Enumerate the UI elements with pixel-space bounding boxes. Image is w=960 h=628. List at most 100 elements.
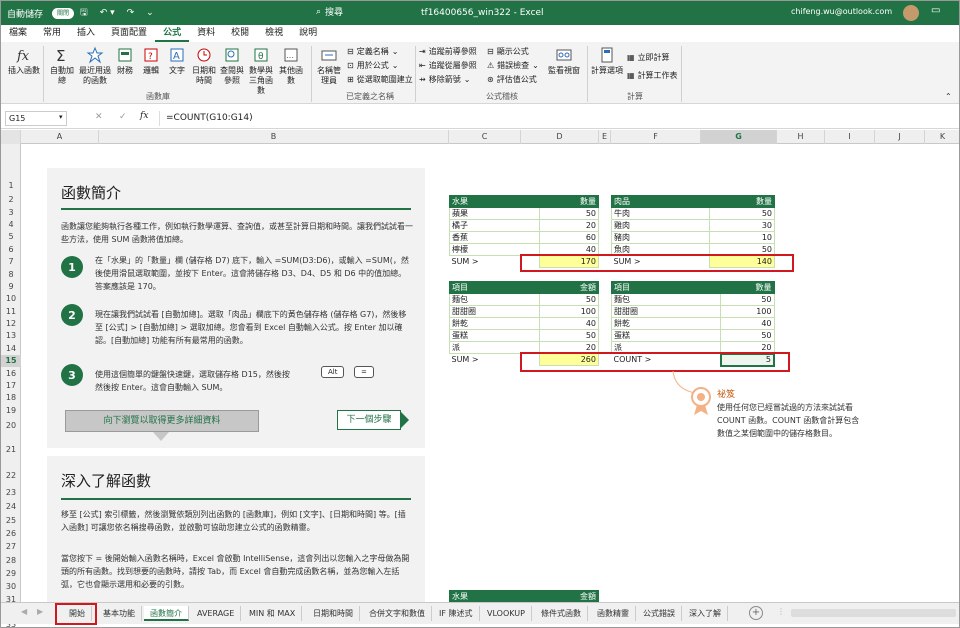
table-header[interactable]: 水果 [449, 195, 540, 208]
tab-file[interactable]: 檔案 [1, 25, 35, 42]
row-header[interactable]: 23 [1, 487, 21, 499]
sheet-tab-average[interactable]: AVERAGE [191, 606, 242, 621]
row-header[interactable]: 22 [1, 470, 21, 482]
table-cell[interactable]: 餅乾 [610, 317, 722, 330]
row-header[interactable]: 13 [1, 330, 21, 342]
table-cell[interactable]: 40 [720, 317, 775, 330]
scroll-down-button[interactable]: 向下瀏覽以取得更多詳細資料 [65, 410, 259, 432]
table-header[interactable]: 數量 [720, 281, 775, 294]
save-icon[interactable]: 🖫 [74, 1, 94, 25]
name-box[interactable]: G15 [5, 111, 67, 126]
table-cell[interactable]: 50 [538, 293, 599, 306]
sheet-tab-min-max[interactable]: MIN 和 MAX [243, 606, 303, 621]
tab-insert[interactable]: 插入 [69, 25, 103, 42]
sheet-tab-wizard[interactable]: 函數精靈 [591, 606, 636, 621]
row-header[interactable]: 21 [1, 444, 21, 456]
row-header[interactable]: 3 [1, 207, 21, 219]
table-cell[interactable]: 牛肉 [611, 207, 710, 220]
calculate-now-button[interactable]: ▦ 立即計算 [627, 52, 670, 63]
cancel-icon[interactable]: ✕ [95, 112, 103, 122]
autosave-toggle[interactable]: 關閉 [52, 7, 75, 19]
table-cell[interactable]: 餅乾 [449, 317, 540, 330]
table-cell[interactable]: 甜甜圈 [449, 305, 540, 318]
sheet-tab-conditional[interactable]: 條件式函數 [535, 606, 588, 621]
table-header[interactable]: 水果 [449, 590, 525, 603]
row-header[interactable]: 29 [1, 568, 21, 580]
row-header[interactable]: 1 [1, 180, 21, 192]
table-cell[interactable]: 100 [720, 305, 775, 318]
table-cell[interactable]: 50 [708, 207, 776, 220]
evaluate-formula-button[interactable]: ⊛ 評估值公式 [487, 74, 537, 85]
row-header[interactable]: 6 [1, 244, 21, 256]
table-cell[interactable]: 甜甜圈 [610, 305, 722, 318]
col-header-i[interactable]: I [825, 130, 875, 144]
add-sheet-icon[interactable]: + [749, 606, 763, 620]
row-header[interactable]: 16 [1, 368, 21, 380]
row-header[interactable]: 28 [1, 555, 21, 567]
more-functions-button[interactable]: … 其他函數 [277, 46, 305, 86]
col-header-k[interactable]: K [925, 130, 959, 144]
row-header[interactable]: 18 [1, 392, 21, 404]
horizontal-scrollbar[interactable] [791, 609, 956, 617]
tab-help[interactable]: 說明 [291, 25, 325, 42]
calculate-sheet-button[interactable]: ▦ 計算工作表 [627, 70, 678, 81]
table-cell[interactable]: 蘋果 [449, 207, 540, 220]
row-header[interactable]: 4 [1, 219, 21, 231]
table-cell[interactable]: 30 [708, 219, 776, 232]
col-header-d[interactable]: D [521, 130, 599, 144]
math-trig-button[interactable]: θ 數學與三角函數 [247, 46, 275, 96]
avatar[interactable] [903, 5, 919, 21]
name-manager-button[interactable]: 名稱管理員 [315, 46, 343, 86]
col-header-a[interactable]: A [21, 130, 99, 144]
sheet-tab-deep-dive[interactable]: 深入了解 [683, 606, 728, 621]
insert-function-button[interactable]: fx 插入函數 [7, 46, 41, 76]
row-header[interactable]: 11 [1, 306, 21, 318]
sheet-tab-vlookup[interactable]: VLOOKUP [481, 606, 532, 621]
more-options-icon[interactable]: ⋮ [777, 607, 785, 616]
row-header[interactable]: 26 [1, 528, 21, 540]
col-header-h[interactable]: H [777, 130, 825, 144]
table-header[interactable]: 項目 [449, 281, 540, 294]
watch-window-button[interactable]: 監看視窗 [547, 46, 581, 76]
lookup-reference-button[interactable]: 查閱與參照 [219, 46, 245, 86]
tab-home[interactable]: 常用 [35, 25, 69, 42]
table-cell[interactable]: 60 [538, 231, 599, 244]
logical-button[interactable]: ? 邏輯 [139, 46, 163, 76]
search-box[interactable]: ⌕ 搜尋 [316, 5, 343, 19]
autosum-button[interactable]: Σ 自動加總 [47, 46, 77, 86]
table-header[interactable]: 肉品 [611, 195, 710, 208]
recent-functions-button[interactable]: 最近用過的函數 [79, 46, 111, 86]
table-cell[interactable]: 麵包 [610, 293, 722, 306]
tab-formulas[interactable]: 公式 [155, 25, 190, 42]
sheet-tab-date-time[interactable]: 日期和時間 [307, 606, 360, 621]
error-checking-button[interactable]: ⚠ 錯誤檢查 ⌄ [487, 60, 539, 71]
table-cell[interactable]: 雞肉 [611, 219, 710, 232]
row-header[interactable]: 27 [1, 541, 21, 553]
table-cell[interactable]: 50 [720, 329, 775, 342]
tab-view[interactable]: 檢視 [257, 25, 291, 42]
text-button[interactable]: A 文字 [165, 46, 189, 76]
trace-dependents-button[interactable]: ⇤ 追蹤從屬參照 [419, 60, 477, 71]
financial-button[interactable]: 財務 [113, 46, 137, 76]
table-header[interactable]: 項目 [610, 281, 722, 294]
trace-precedents-button[interactable]: ⇥ 追蹤前導參照 [419, 46, 477, 57]
table-header[interactable]: 數量 [708, 195, 776, 208]
scroll-right-icon[interactable]: ▶ [37, 607, 43, 616]
row-header[interactable]: 14 [1, 343, 21, 355]
sheet-tab-if[interactable]: IF 陳述式 [433, 606, 480, 621]
col-header-j[interactable]: J [875, 130, 925, 144]
col-header-f[interactable]: F [611, 130, 701, 144]
enter-icon[interactable]: ✓ [119, 112, 127, 122]
row-header[interactable]: 15 [1, 355, 21, 367]
row-header[interactable]: 9 [1, 281, 21, 293]
row-header[interactable]: 19 [1, 405, 21, 417]
name-box-dropdown-icon[interactable]: ▾ [59, 113, 63, 121]
scroll-left-icon[interactable]: ◀ [21, 607, 27, 616]
table-cell[interactable]: 10 [708, 231, 776, 244]
table-cell[interactable]: 40 [538, 317, 599, 330]
table-cell[interactable]: 豬肉 [611, 231, 710, 244]
remove-arrows-button[interactable]: ⇸ 移除箭號 ⌄ [419, 74, 470, 85]
user-email[interactable]: chifeng.wu@outlook.com [791, 7, 892, 16]
next-step-button[interactable]: 下一個步驟 [337, 410, 401, 430]
table-cell[interactable]: 50 [538, 207, 599, 220]
